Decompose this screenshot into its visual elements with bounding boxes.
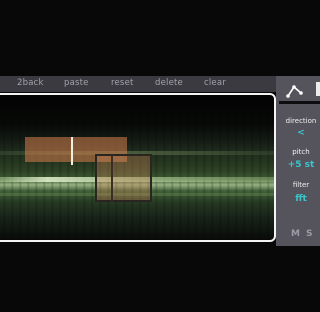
solo-button[interactable]: S bbox=[306, 229, 312, 239]
pitch-label: pitch bbox=[292, 148, 310, 156]
reset-button[interactable]: reset bbox=[111, 78, 134, 88]
filter-value[interactable]: fft bbox=[281, 194, 320, 204]
selection-box[interactable] bbox=[95, 154, 152, 202]
spectrogram-view[interactable] bbox=[0, 93, 276, 242]
panel-divider bbox=[279, 101, 320, 104]
paste-button[interactable]: paste bbox=[64, 78, 89, 88]
direction-toggle[interactable]: < bbox=[281, 128, 320, 138]
direction-label: direction bbox=[285, 117, 317, 125]
2back-button[interactable]: 2back bbox=[17, 78, 44, 88]
pitch-value[interactable]: +5 st bbox=[281, 160, 320, 170]
filter-label: filter bbox=[292, 181, 310, 189]
clear-button[interactable]: clear bbox=[204, 78, 226, 88]
panel-tab-button[interactable] bbox=[316, 82, 320, 96]
selection-divider bbox=[111, 155, 113, 201]
edit-toolbar: 2back paste reset delete clear bbox=[0, 76, 280, 92]
curve-tool-button[interactable] bbox=[284, 80, 306, 100]
mute-button[interactable]: M bbox=[291, 229, 300, 239]
delete-button[interactable]: delete bbox=[155, 78, 183, 88]
playhead-marker[interactable] bbox=[71, 137, 73, 165]
curve-tool-icon bbox=[286, 85, 303, 98]
